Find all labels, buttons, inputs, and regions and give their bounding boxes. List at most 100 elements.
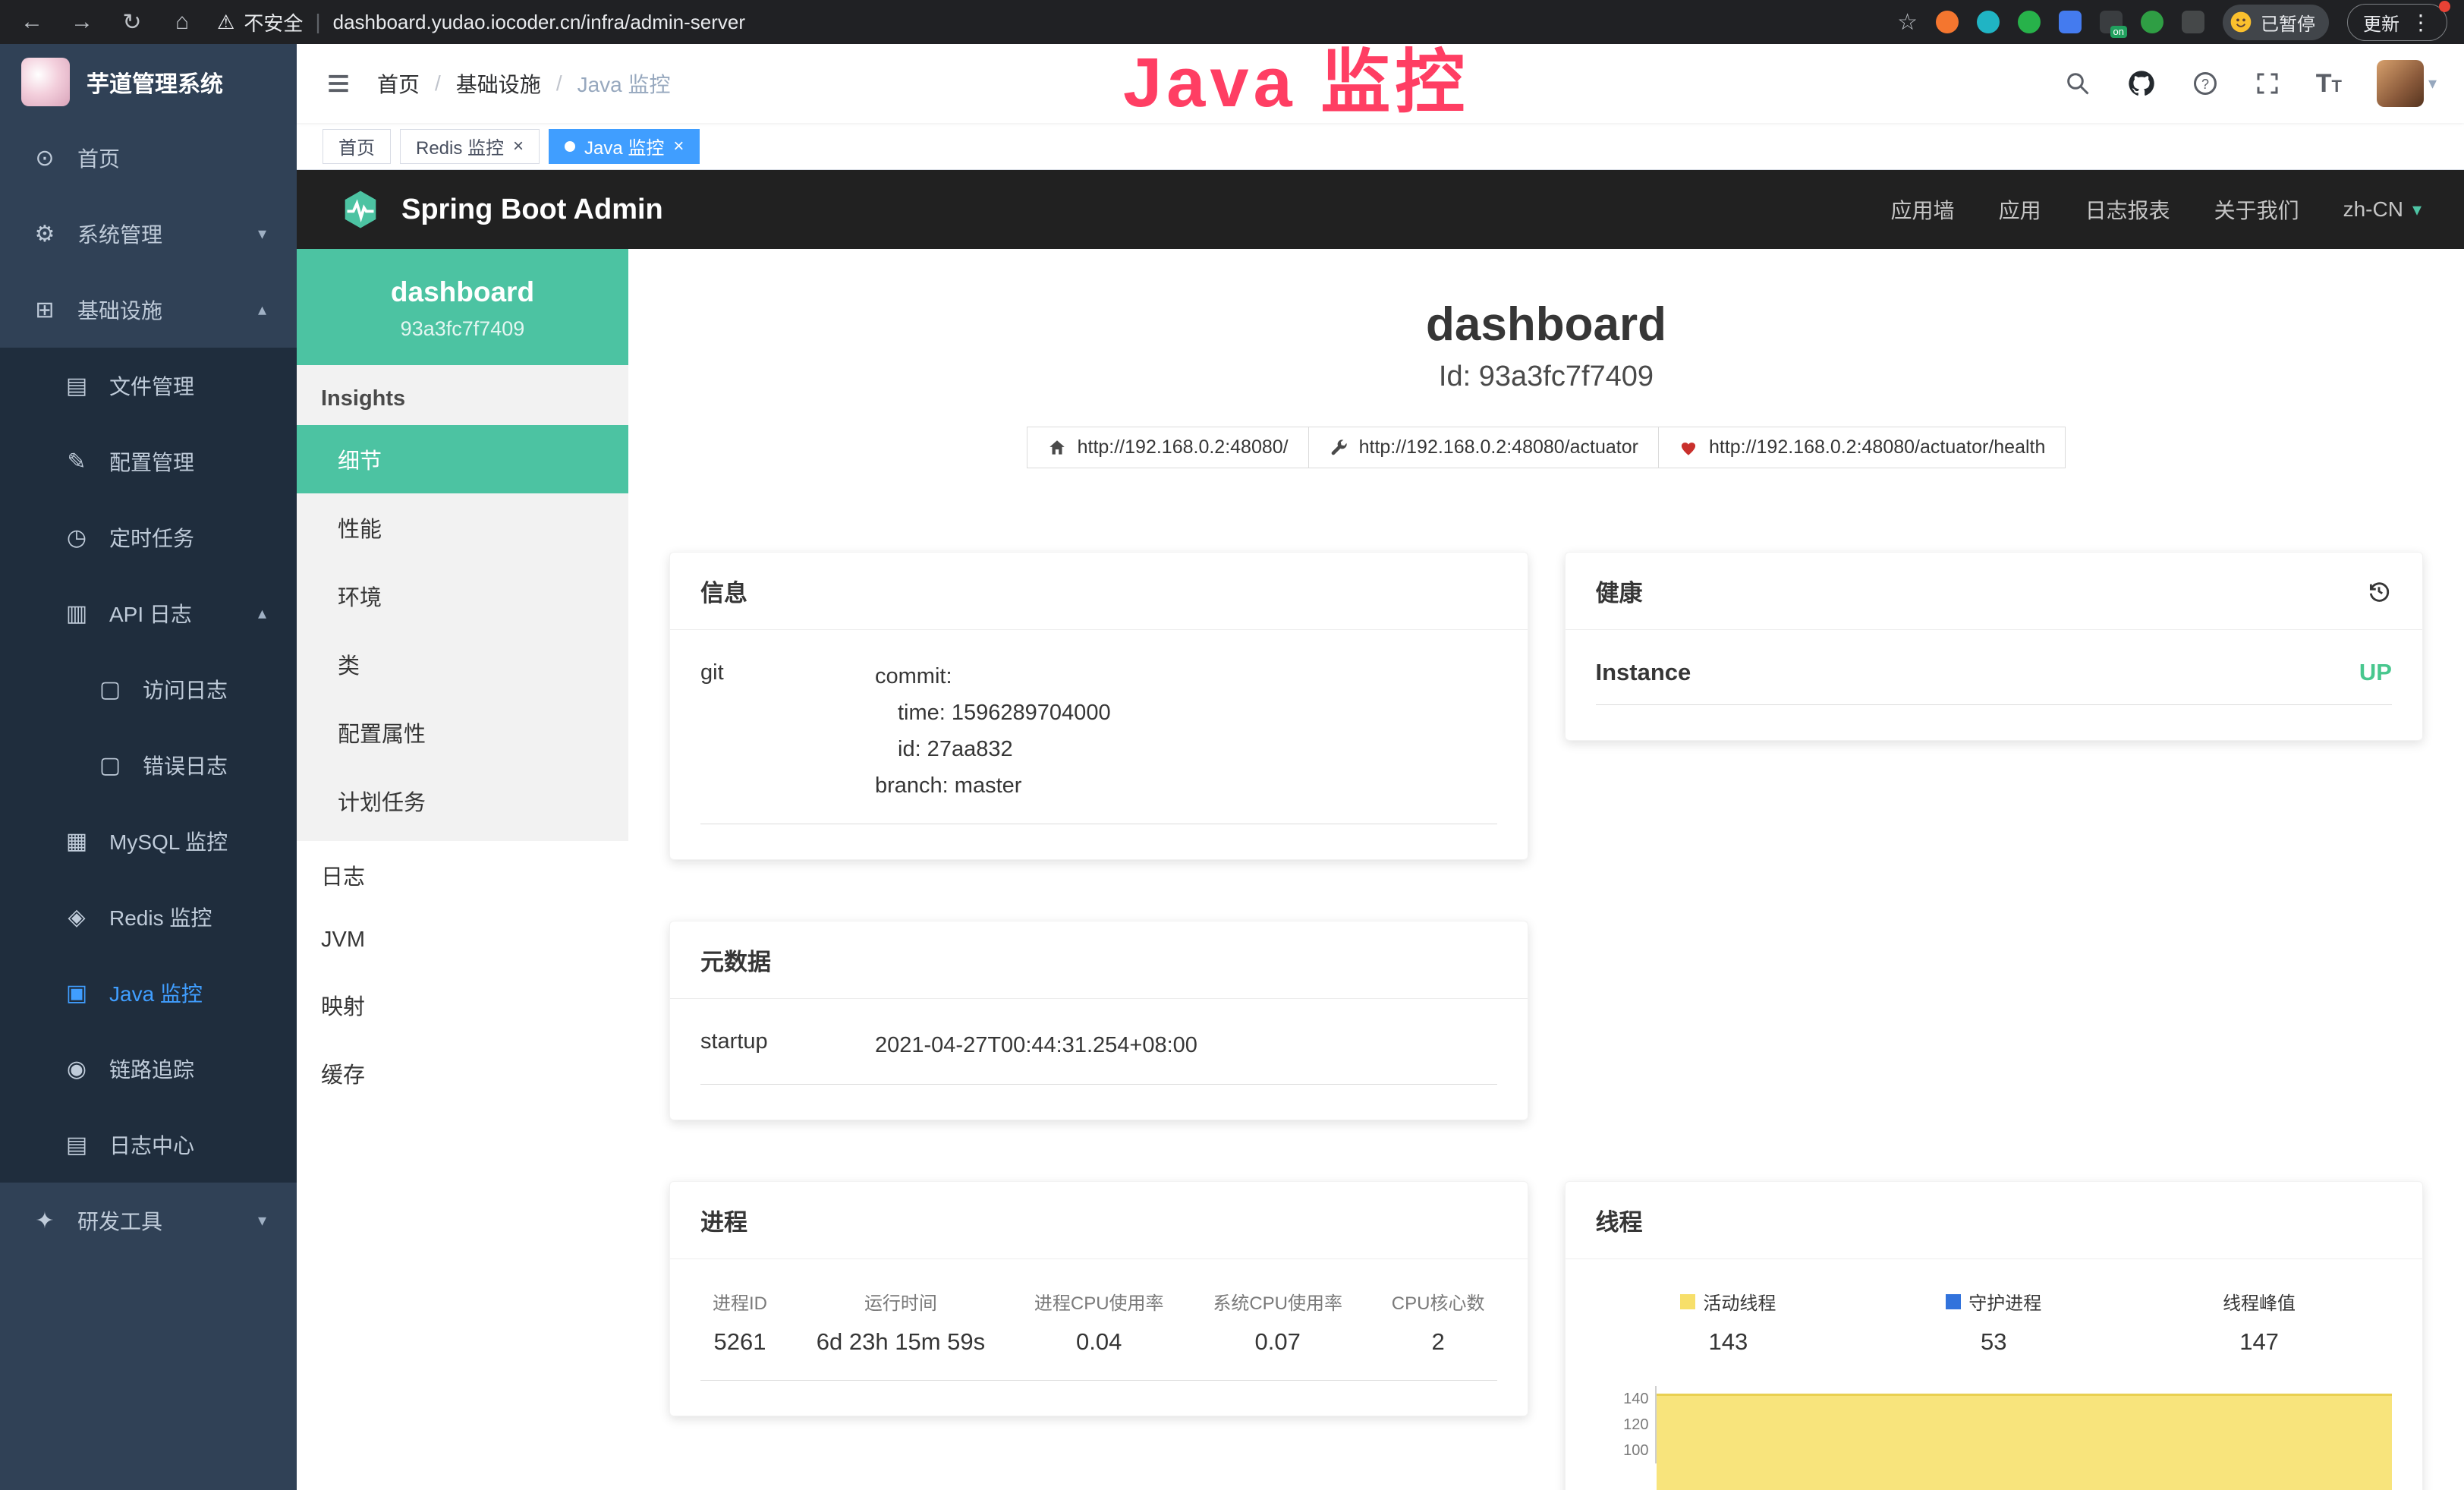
browser-menu-icon[interactable]: ⋮	[2410, 10, 2431, 35]
cell-value: 5261	[713, 1328, 767, 1356]
update-notification-dot	[2439, 1, 2450, 12]
sba-item-metrics[interactable]: 性能	[297, 493, 628, 562]
search-icon[interactable]	[2064, 70, 2091, 97]
font-size-large: T	[2316, 69, 2332, 98]
sidebar-item-label: 基础设施	[77, 295, 162, 325]
user-avatar[interactable]: ▾	[2377, 60, 2437, 107]
info-value: commit: time: 1596289704000 id: 27aa832 …	[875, 659, 1111, 804]
browser-update-button[interactable]: 更新 ⋮	[2347, 4, 2447, 41]
tab-java-monitor[interactable]: Java 监控 ×	[549, 129, 700, 164]
sba-item-classes[interactable]: 类	[297, 630, 628, 698]
monitor-icon: ▣	[62, 980, 91, 1006]
sba-item-mappings[interactable]: 映射	[297, 971, 628, 1039]
sidebar-item-dev-tools[interactable]: ✦ 研发工具 ▾	[0, 1183, 297, 1258]
sba-item-caches[interactable]: 缓存	[297, 1039, 628, 1107]
chart-legend: 活动线程 143 守护进程	[1596, 1288, 2393, 1356]
system-cpu: 系统CPU使用率 0.07	[1213, 1288, 1342, 1356]
warning-icon: ⚠	[217, 11, 234, 34]
sidebar-item-api-logs[interactable]: ▥ API 日志 ▴	[0, 575, 297, 651]
redis-icon: ◈	[62, 904, 91, 931]
service-url-link[interactable]: http://192.168.0.2:48080/	[1027, 427, 1309, 468]
close-icon[interactable]: ×	[673, 136, 684, 157]
sidebar-item-mysql-monitor[interactable]: ▦ MySQL 监控	[0, 803, 297, 879]
history-icon[interactable]	[2366, 578, 2392, 604]
page-title: dashboard	[669, 298, 2423, 351]
tab-label: Java 监控	[584, 133, 664, 159]
table-row: startup 2021-04-27T00:44:31.254+08:00	[700, 1028, 1497, 1085]
tab-redis-monitor[interactable]: Redis 监控 ×	[400, 129, 540, 164]
chevron-up-icon: ▴	[258, 603, 266, 623]
sidebar-item-config-manage[interactable]: ✎ 配置管理	[0, 424, 297, 499]
sba-item-scheduled-tasks[interactable]: 计划任务	[297, 767, 628, 835]
forward-icon[interactable]: →	[67, 9, 97, 35]
sidebar-item-infra[interactable]: ⊞ 基础设施 ▴	[0, 272, 297, 348]
main-column: 首页 / 基础设施 / Java 监控 ?	[297, 44, 2464, 1490]
sidebar-item-cron-jobs[interactable]: ◷ 定时任务	[0, 499, 297, 575]
card-title: 信息	[700, 574, 747, 608]
sba-nav-about[interactable]: 关于我们	[2214, 194, 2299, 225]
process-cpu: 进程CPU使用率 0.04	[1034, 1288, 1164, 1356]
sba-item-environment[interactable]: 环境	[297, 562, 628, 630]
log-center-icon: ▤	[62, 1132, 91, 1158]
sba-nav-applications[interactable]: 应用	[1999, 194, 2041, 225]
extension-icon-4[interactable]	[2059, 11, 2082, 33]
sidebar-item-system[interactable]: ⚙ 系统管理 ▾	[0, 196, 297, 272]
extension-icon-5[interactable]: on	[2100, 11, 2123, 33]
screen: ← → ↻ ⌂ ⚠ 不安全 | dashboard.yudao.iocoder.…	[0, 0, 2464, 1490]
sba-instance-header[interactable]: dashboard 93a3fc7f7409	[297, 249, 628, 365]
sba-nav-wallboard[interactable]: 应用墙	[1891, 194, 1955, 225]
puzzle-extension-icon[interactable]	[2182, 11, 2204, 33]
actuator-url-link[interactable]: http://192.168.0.2:48080/actuator	[1308, 427, 1659, 468]
extension-icon-3[interactable]	[2018, 11, 2041, 33]
sba-brand[interactable]: Spring Boot Admin	[339, 188, 663, 231]
font-size-icon[interactable]: TT	[2316, 69, 2342, 99]
home-icon[interactable]: ⌂	[167, 9, 197, 35]
sidebar-item-redis-monitor[interactable]: ◈ Redis 监控	[0, 879, 297, 955]
sidebar-item-error-logs[interactable]: ▢ 错误日志	[0, 727, 297, 803]
extension-icon-6[interactable]	[2141, 11, 2163, 33]
sidebar-item-label: 链路追踪	[109, 1054, 194, 1084]
github-icon[interactable]	[2126, 68, 2157, 99]
security-label: 不安全	[244, 8, 303, 36]
sidebar-logo-row[interactable]: 芋道管理系统	[0, 44, 297, 120]
breadcrumb: 首页 / 基础设施 / Java 监控	[377, 68, 671, 99]
breadcrumb-home[interactable]: 首页	[377, 68, 420, 99]
reload-icon[interactable]: ↻	[117, 9, 147, 36]
breadcrumb-current: Java 监控	[577, 68, 671, 99]
sba-item-details[interactable]: 细节	[297, 425, 628, 493]
caret-down-icon: ▾	[2412, 199, 2422, 221]
tab-home[interactable]: 首页	[323, 129, 391, 164]
breadcrumb-infra[interactable]: 基础设施	[456, 68, 541, 99]
process-card: 进程 进程ID 5261 运行时间	[669, 1181, 1528, 1416]
close-icon[interactable]: ×	[513, 136, 524, 157]
sidebar-item-home[interactable]: ⊙ 首页	[0, 120, 297, 196]
extension-icon-2[interactable]	[1977, 11, 2000, 33]
document-icon: ▢	[96, 676, 124, 703]
extension-on-badge: on	[2110, 26, 2127, 38]
git-branch-line: branch: master	[875, 768, 1111, 805]
wrench-icon	[1329, 438, 1348, 458]
extension-icon-1[interactable]	[1936, 11, 1959, 33]
hamburger-icon[interactable]	[324, 69, 353, 98]
profile-paused-badge[interactable]: 已暂停	[2223, 5, 2329, 40]
tags-view-bar: 首页 Redis 监控 × Java 监控 ×	[297, 123, 2464, 170]
sidebar-item-tracing[interactable]: ◉ 链路追踪	[0, 1031, 297, 1107]
address-bar[interactable]: dashboard.yudao.iocoder.cn/infra/admin-s…	[333, 11, 745, 34]
card-title: 进程	[700, 1203, 747, 1237]
sidebar-item-file-manage[interactable]: ▤ 文件管理	[0, 348, 297, 424]
sidebar-item-java-monitor[interactable]: ▣ Java 监控	[0, 955, 297, 1031]
sba-nav-journal[interactable]: 日志报表	[2085, 194, 2170, 225]
security-indicator[interactable]: ⚠ 不安全 | dashboard.yudao.iocoder.cn/infra…	[217, 8, 745, 36]
sba-locale-select[interactable]: zh-CN ▾	[2343, 197, 2422, 222]
help-icon[interactable]: ?	[2192, 70, 2219, 97]
back-icon[interactable]: ←	[17, 9, 47, 35]
sidebar-item-access-logs[interactable]: ▢ 访问日志	[0, 651, 297, 727]
sba-instance-name: dashboard	[312, 276, 613, 308]
fullscreen-icon[interactable]	[2254, 70, 2281, 97]
health-url-link[interactable]: http://192.168.0.2:48080/actuator/health	[1658, 427, 2066, 468]
sba-item-config-props[interactable]: 配置属性	[297, 698, 628, 767]
sba-item-jvm[interactable]: JVM	[297, 909, 628, 971]
bookmark-star-icon[interactable]: ☆	[1897, 9, 1918, 36]
sidebar-item-log-center[interactable]: ▤ 日志中心	[0, 1107, 297, 1183]
sba-item-logs[interactable]: 日志	[297, 841, 628, 909]
